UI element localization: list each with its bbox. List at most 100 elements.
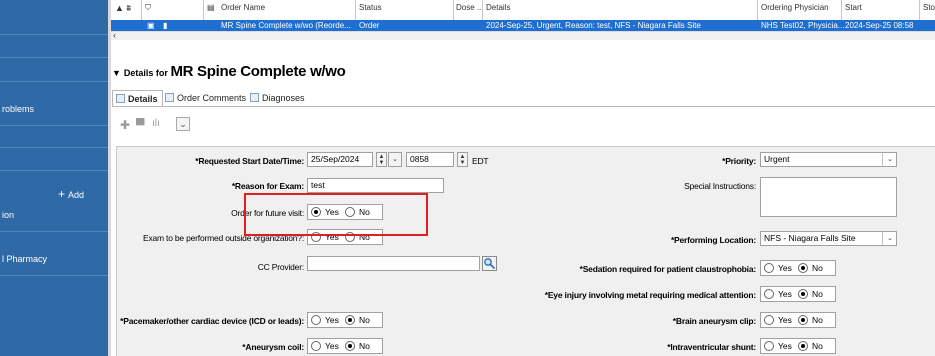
priority-value: Urgent	[764, 154, 790, 164]
tab-divider	[112, 106, 935, 107]
location-value: NFS - Niagara Falls Site	[764, 233, 856, 243]
nav-item-problems[interactable]: roblems	[2, 104, 34, 114]
splitter[interactable]	[108, 0, 111, 356]
column-divider	[919, 0, 920, 20]
col-dose[interactable]: Dose ...	[456, 3, 484, 12]
special-instructions-field[interactable]	[760, 177, 897, 217]
nav-add-button[interactable]: + Add	[58, 187, 84, 201]
chevron-down-icon: ⌄	[882, 232, 896, 245]
scroll-left-icon[interactable]: ‹	[113, 30, 116, 40]
tab-label: Diagnoses	[262, 93, 305, 103]
radio-label: No	[812, 263, 823, 273]
cell-start: 2024-Sep-25 08:58	[845, 21, 914, 30]
eye-injury-label: *Eye injury involving metal requiring me…	[544, 290, 756, 300]
col-order-name[interactable]: Order Name	[221, 3, 265, 12]
row-checkbox-icon[interactable]: ▣	[147, 20, 155, 31]
cc-provider-field[interactable]	[307, 256, 480, 271]
order-status-icon: ▮	[163, 21, 168, 30]
search-icon[interactable]	[482, 256, 497, 271]
col-start[interactable]: Start	[845, 3, 862, 12]
horizontal-scrollbar[interactable]: ‹	[111, 30, 935, 40]
chart-icon[interactable]: ılı	[152, 118, 160, 129]
sedation-no-radio[interactable]	[798, 263, 808, 273]
add-icon[interactable]: ✚	[120, 118, 130, 132]
order-type-icon: ▤	[207, 3, 215, 12]
shunt-no-radio[interactable]	[798, 341, 808, 351]
cell-status: Order	[359, 21, 380, 30]
pacemaker-label: *Pacemaker/other cardiac device (ICD or …	[120, 316, 304, 326]
column-divider	[141, 0, 142, 20]
eye-no-radio[interactable]	[798, 289, 808, 299]
nav-divider	[0, 275, 108, 276]
start-date-label: *Requested Start Date/Time:	[195, 156, 304, 166]
priority-select[interactable]: Urgent ⌄	[760, 152, 897, 167]
performing-location-label: *Performing Location:	[670, 235, 756, 245]
eye-yes-radio[interactable]	[764, 289, 774, 299]
shunt-label: *Intraventricular shunt:	[667, 342, 756, 352]
sedation-label: *Sedation required for patient claustrop…	[579, 264, 757, 274]
col-physician[interactable]: Ordering Physician	[761, 3, 829, 12]
column-divider	[482, 0, 483, 20]
radio-label: No	[359, 315, 370, 325]
chevron-down-icon: ⌄	[882, 153, 896, 166]
pacemaker-no-radio[interactable]	[345, 315, 355, 325]
column-divider	[453, 0, 454, 20]
col-status[interactable]: Status	[359, 3, 382, 12]
shunt-radio-group: Yes No	[760, 338, 836, 354]
special-instructions-label: Special Instructions:	[684, 181, 756, 191]
nav-divider	[0, 81, 108, 82]
tab-label: Order Comments	[177, 93, 247, 103]
tab-details[interactable]: Details	[112, 90, 163, 106]
col-details[interactable]: Details	[486, 3, 510, 12]
nav-divider	[0, 125, 108, 126]
brain-clip-radio-group: Yes No	[760, 312, 836, 328]
table-row-selected[interactable]: ▣ ▮ MR Spine Complete w/wo (Reorde... Or…	[111, 20, 935, 31]
reason-field[interactable]: test	[307, 178, 444, 193]
time-spinner[interactable]: ▲ ▼	[457, 152, 468, 167]
sedation-yes-radio[interactable]	[764, 263, 774, 273]
brain-yes-radio[interactable]	[764, 315, 774, 325]
orders-grid: ▲ ⩩ ⛉ ▤ Order Name Status Dose ... Detai…	[111, 0, 935, 40]
eye-injury-radio-group: Yes No	[760, 286, 836, 302]
nav-divider	[0, 147, 108, 148]
pacemaker-yes-radio[interactable]	[311, 315, 321, 325]
sort-icon[interactable]: ▲ ⩩	[115, 3, 131, 14]
shunt-yes-radio[interactable]	[764, 341, 774, 351]
tab-diagnoses[interactable]: Diagnoses	[247, 90, 309, 106]
sedation-radio-group: Yes No	[760, 260, 836, 276]
coil-no-radio[interactable]	[345, 341, 355, 351]
nav-item-medication[interactable]: ion	[2, 210, 14, 220]
radio-label: No	[812, 315, 823, 325]
priority-label: *Priority:	[722, 156, 756, 166]
tab-label: Details	[128, 94, 158, 104]
remove-icon[interactable]: ▀	[136, 118, 145, 132]
col-stop[interactable]: Sto	[923, 3, 935, 12]
column-divider	[203, 0, 204, 20]
cell-details: 2024-Sep-25, Urgent, Reason: test, NFS -…	[486, 21, 701, 30]
tab-order-comments[interactable]: Order Comments	[162, 90, 250, 106]
nav-divider	[0, 57, 108, 58]
plus-icon: +	[58, 187, 66, 201]
radio-label: No	[812, 289, 823, 299]
toolbar-dropdown-button[interactable]: ⌄	[176, 117, 190, 131]
start-time-field[interactable]: 0858	[406, 152, 454, 167]
performing-location-select[interactable]: NFS - Niagara Falls Site ⌄	[760, 231, 897, 246]
comments-icon	[165, 93, 174, 102]
aneurysm-coil-label: *Aneurysm coil:	[242, 342, 304, 352]
coil-yes-radio[interactable]	[311, 341, 321, 351]
calendar-dropdown-button[interactable]: ⌄	[388, 152, 402, 167]
column-divider	[841, 0, 842, 20]
left-navigation: roblems + Add ion l Pharmacy	[0, 0, 108, 356]
collapse-icon[interactable]: ▼	[112, 68, 121, 78]
filter-icon[interactable]: ⛉	[145, 3, 151, 13]
brain-no-radio[interactable]	[798, 315, 808, 325]
date-spinner[interactable]: ▲ ▼	[376, 152, 387, 167]
radio-label: No	[812, 341, 823, 351]
column-divider	[355, 0, 356, 20]
diagnoses-icon	[250, 93, 259, 102]
pacemaker-radio-group: Yes No	[307, 312, 383, 328]
cell-physician: NHS Test02, Physicia...	[761, 21, 845, 30]
nav-divider	[0, 34, 108, 35]
start-date-field[interactable]: 25/Sep/2024	[307, 152, 373, 167]
nav-item-pharmacy[interactable]: l Pharmacy	[2, 254, 47, 264]
